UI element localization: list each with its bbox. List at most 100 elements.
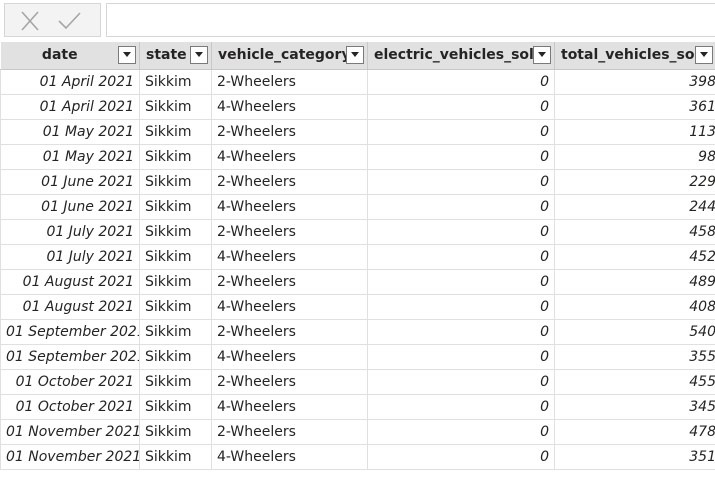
table-row[interactable]: 01 May 2021 Sikkim 4-Wheelers 0 98: [0, 144, 715, 170]
table-row[interactable]: 01 November 2021 Sikkim 4-Wheelers 0 351: [0, 444, 715, 470]
total-vehicles-sold-cell[interactable]: 458: [554, 219, 715, 245]
vehicle-category-cell[interactable]: 2-Wheelers: [211, 369, 368, 395]
table-row[interactable]: 01 October 2021 Sikkim 4-Wheelers 0 345: [0, 394, 715, 420]
date-cell[interactable]: 01 November 2021: [0, 419, 140, 445]
vehicle-category-cell[interactable]: 2-Wheelers: [211, 219, 368, 245]
total-vehicles-sold-cell[interactable]: 540: [554, 319, 715, 345]
table-row[interactable]: 01 September 2021 Sikkim 2-Wheelers 0 540: [0, 319, 715, 345]
formula-bar-input[interactable]: [106, 3, 715, 37]
total-vehicles-sold-cell[interactable]: 398: [554, 69, 715, 95]
filter-dropdown-button[interactable]: [118, 46, 136, 64]
table-row[interactable]: 01 April 2021 Sikkim 2-Wheelers 0 398: [0, 69, 715, 95]
total-vehicles-sold-cell[interactable]: 113: [554, 119, 715, 145]
total-vehicles-sold-cell[interactable]: 452: [554, 244, 715, 270]
state-cell[interactable]: Sikkim: [139, 369, 212, 395]
state-cell[interactable]: Sikkim: [139, 94, 212, 120]
column-header-date[interactable]: date: [0, 42, 140, 70]
vehicle-category-cell[interactable]: 4-Wheelers: [211, 144, 368, 170]
state-cell[interactable]: Sikkim: [139, 169, 212, 195]
state-cell[interactable]: Sikkim: [139, 444, 212, 470]
electric-vehicles-sold-cell[interactable]: 0: [367, 269, 555, 295]
electric-vehicles-sold-cell[interactable]: 0: [367, 244, 555, 270]
date-cell[interactable]: 01 November 2021: [0, 444, 140, 470]
state-cell[interactable]: Sikkim: [139, 194, 212, 220]
table-row[interactable]: 01 October 2021 Sikkim 2-Wheelers 0 455: [0, 369, 715, 395]
table-row[interactable]: 01 April 2021 Sikkim 4-Wheelers 0 361: [0, 94, 715, 120]
vehicle-category-cell[interactable]: 4-Wheelers: [211, 294, 368, 320]
table-row[interactable]: 01 August 2021 Sikkim 4-Wheelers 0 408: [0, 294, 715, 320]
state-cell[interactable]: Sikkim: [139, 394, 212, 420]
vehicle-category-cell[interactable]: 2-Wheelers: [211, 319, 368, 345]
table-row[interactable]: 01 August 2021 Sikkim 2-Wheelers 0 489: [0, 269, 715, 295]
vehicle-category-cell[interactable]: 4-Wheelers: [211, 94, 368, 120]
filter-dropdown-button[interactable]: [346, 46, 364, 64]
state-cell[interactable]: Sikkim: [139, 69, 212, 95]
total-vehicles-sold-cell[interactable]: 229: [554, 169, 715, 195]
state-cell[interactable]: Sikkim: [139, 294, 212, 320]
filter-dropdown-button[interactable]: [533, 46, 551, 64]
electric-vehicles-sold-cell[interactable]: 0: [367, 144, 555, 170]
table-row[interactable]: 01 May 2021 Sikkim 2-Wheelers 0 113: [0, 119, 715, 145]
date-cell[interactable]: 01 October 2021: [0, 369, 140, 395]
state-cell[interactable]: Sikkim: [139, 244, 212, 270]
total-vehicles-sold-cell[interactable]: 408: [554, 294, 715, 320]
state-cell[interactable]: Sikkim: [139, 344, 212, 370]
date-cell[interactable]: 01 August 2021: [0, 269, 140, 295]
total-vehicles-sold-cell[interactable]: 345: [554, 394, 715, 420]
vehicle-category-cell[interactable]: 2-Wheelers: [211, 69, 368, 95]
total-vehicles-sold-cell[interactable]: 244: [554, 194, 715, 220]
table-row[interactable]: 01 July 2021 Sikkim 4-Wheelers 0 452: [0, 244, 715, 270]
filter-dropdown-button[interactable]: [695, 46, 713, 64]
table-row[interactable]: 01 June 2021 Sikkim 2-Wheelers 0 229: [0, 169, 715, 195]
date-cell[interactable]: 01 June 2021: [0, 194, 140, 220]
table-row[interactable]: 01 July 2021 Sikkim 2-Wheelers 0 458: [0, 219, 715, 245]
vehicle-category-cell[interactable]: 2-Wheelers: [211, 419, 368, 445]
column-header-state[interactable]: state: [139, 42, 212, 70]
date-cell[interactable]: 01 July 2021: [0, 244, 140, 270]
commit-edit-button[interactable]: [56, 9, 82, 33]
date-cell[interactable]: 01 June 2021: [0, 169, 140, 195]
total-vehicles-sold-cell[interactable]: 489: [554, 269, 715, 295]
date-cell[interactable]: 01 August 2021: [0, 294, 140, 320]
vehicle-category-cell[interactable]: 4-Wheelers: [211, 244, 368, 270]
vehicle-category-cell[interactable]: 4-Wheelers: [211, 194, 368, 220]
electric-vehicles-sold-cell[interactable]: 0: [367, 294, 555, 320]
total-vehicles-sold-cell[interactable]: 361: [554, 94, 715, 120]
vehicle-category-cell[interactable]: 4-Wheelers: [211, 444, 368, 470]
vehicle-category-cell[interactable]: 4-Wheelers: [211, 344, 368, 370]
date-cell[interactable]: 01 April 2021: [0, 69, 140, 95]
table-row[interactable]: 01 September 2021 Sikkim 4-Wheelers 0 355: [0, 344, 715, 370]
date-cell[interactable]: 01 October 2021: [0, 394, 140, 420]
electric-vehicles-sold-cell[interactable]: 0: [367, 394, 555, 420]
total-vehicles-sold-cell[interactable]: 98: [554, 144, 715, 170]
total-vehicles-sold-cell[interactable]: 478: [554, 419, 715, 445]
electric-vehicles-sold-cell[interactable]: 0: [367, 444, 555, 470]
electric-vehicles-sold-cell[interactable]: 0: [367, 94, 555, 120]
vehicle-category-cell[interactable]: 2-Wheelers: [211, 269, 368, 295]
electric-vehicles-sold-cell[interactable]: 0: [367, 194, 555, 220]
electric-vehicles-sold-cell[interactable]: 0: [367, 419, 555, 445]
vehicle-category-cell[interactable]: 2-Wheelers: [211, 119, 368, 145]
column-header-vehicle-category[interactable]: vehicle_category: [211, 42, 368, 70]
date-cell[interactable]: 01 May 2021: [0, 119, 140, 145]
state-cell[interactable]: Sikkim: [139, 419, 212, 445]
electric-vehicles-sold-cell[interactable]: 0: [367, 169, 555, 195]
total-vehicles-sold-cell[interactable]: 355: [554, 344, 715, 370]
table-row[interactable]: 01 November 2021 Sikkim 2-Wheelers 0 478: [0, 419, 715, 445]
date-cell[interactable]: 01 May 2021: [0, 144, 140, 170]
cancel-edit-button[interactable]: [17, 9, 43, 33]
filter-dropdown-button[interactable]: [190, 46, 208, 64]
state-cell[interactable]: Sikkim: [139, 119, 212, 145]
column-header-electric-vehicles-sold[interactable]: electric_vehicles_sold: [367, 42, 555, 70]
electric-vehicles-sold-cell[interactable]: 0: [367, 344, 555, 370]
total-vehicles-sold-cell[interactable]: 351: [554, 444, 715, 470]
date-cell[interactable]: 01 September 2021: [0, 319, 140, 345]
electric-vehicles-sold-cell[interactable]: 0: [367, 69, 555, 95]
date-cell[interactable]: 01 April 2021: [0, 94, 140, 120]
state-cell[interactable]: Sikkim: [139, 144, 212, 170]
state-cell[interactable]: Sikkim: [139, 219, 212, 245]
column-header-total-vehicles-sold[interactable]: total_vehicles_sold: [554, 42, 715, 70]
electric-vehicles-sold-cell[interactable]: 0: [367, 369, 555, 395]
electric-vehicles-sold-cell[interactable]: 0: [367, 119, 555, 145]
state-cell[interactable]: Sikkim: [139, 319, 212, 345]
